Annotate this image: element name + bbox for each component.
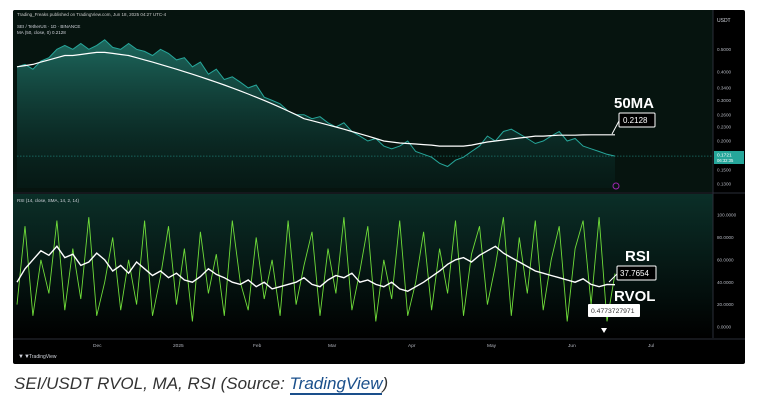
time-tick-label: Apr	[408, 343, 416, 349]
brand-name: TradingView	[29, 354, 57, 360]
caption-prefix: SEI/USDT RVOL, MA, RSI (Source:	[14, 374, 290, 393]
ma-legend[interactable]: MA (50, close, 0) 0.2128	[17, 30, 66, 35]
rsi-tick-label: 60.0000	[717, 257, 734, 262]
price-tick-label: 0.3400	[717, 86, 731, 91]
rsi-tick-label: 40.0000	[717, 280, 734, 285]
time-tick-label: Mar	[328, 343, 337, 349]
rsi-tick-label: 80.0000	[717, 235, 734, 240]
rsi-tick-label: 100.0000	[717, 213, 737, 218]
time-tick-label: May	[487, 343, 497, 349]
price-badge-countdown: 06:32:35	[717, 158, 734, 163]
time-tick-label: 2025	[173, 343, 184, 349]
price-axis-ticks: 0.5000 0.4000 0.3400 0.3000 0.2600 0.2300 0.20…	[717, 47, 731, 187]
figure-caption: SEI/USDT RVOL, MA, RSI (Source: TradingV…	[14, 374, 389, 395]
rsi-tick-label: 20.0000	[717, 302, 734, 307]
time-tick-label: Jul	[648, 343, 654, 349]
rvol-value: 0.4773727971	[591, 308, 635, 315]
time-axis-ticks: Dec 2025 Feb Mar Apr May Jun Jul	[93, 343, 654, 349]
rvol-annotation-label: RVOL	[614, 288, 655, 305]
price-tick-label: 0.2300	[717, 125, 731, 130]
rsi-legend[interactable]: RSI (14, close, SMA, 14, 2, 14)	[17, 198, 80, 203]
time-tick-label: Feb	[253, 343, 262, 349]
chart-canvas: Trading_Freaks published on TradingView.…	[13, 10, 745, 360]
price-tick-label: 0.5000	[717, 47, 731, 52]
price-tick-label: 0.1300	[717, 182, 731, 187]
caption-source-link[interactable]: TradingView	[289, 374, 383, 395]
rsi-tick-label: 0.0000	[717, 325, 731, 330]
price-tick-label: 0.1500	[717, 167, 731, 172]
currency-label: USDT	[717, 18, 731, 24]
ma-value: 0.2128	[623, 116, 648, 125]
rsi-axis-ticks: 100.0000 80.0000 60.0000 40.0000 20.0000 0.00…	[717, 213, 737, 330]
time-tick-label: Dec	[93, 343, 102, 349]
published-text: Trading_Freaks published on TradingView.…	[17, 12, 167, 17]
price-tick-label: 0.4000	[717, 69, 731, 74]
time-tick-label: Jun	[568, 343, 576, 349]
caption-suffix: )	[382, 374, 389, 393]
symbol-legend[interactable]: SEI / TetherUS · 1D · BINANCE	[17, 24, 80, 29]
price-tick-label: 0.2600	[717, 112, 731, 117]
price-tick-label: 0.3000	[717, 98, 731, 103]
rsi-annotation-label: RSI	[625, 248, 650, 265]
chart-frame: Trading_Freaks published on TradingView.…	[13, 10, 745, 364]
ma-annotation-label: 50MA	[614, 95, 654, 112]
rsi-value: 37.7654	[620, 269, 649, 278]
price-tick-label: 0.2000	[717, 139, 731, 144]
